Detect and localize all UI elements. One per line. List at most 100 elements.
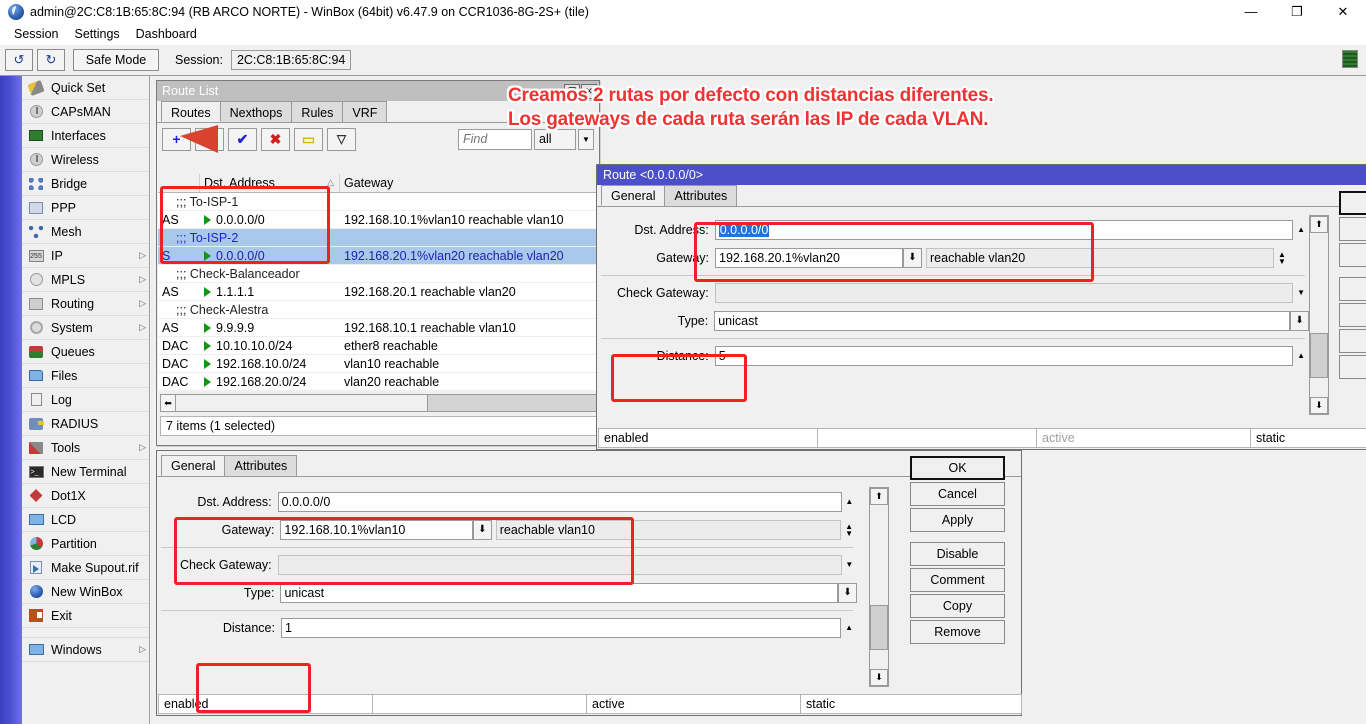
sidebar-item-interfaces[interactable]: Interfaces xyxy=(22,124,150,148)
type-dropdown-icon-bottom[interactable]: ⬇ xyxy=(838,583,857,603)
sidebar-item-mpls[interactable]: MPLS▷ xyxy=(22,268,150,292)
sidebar-item-partition[interactable]: Partition xyxy=(22,532,150,556)
check-gateway-dropdown-icon-top[interactable]: ▼ xyxy=(1293,289,1309,296)
horizontal-scrollbar[interactable]: ⬅ xyxy=(160,394,597,412)
sidebar-item-lcd[interactable]: LCD xyxy=(22,508,150,532)
table-row[interactable]: AS1.1.1.1192.168.20.1 reachable vlan20 xyxy=(158,283,599,301)
type-field-top[interactable]: unicast xyxy=(714,311,1290,331)
tab-rules[interactable]: Rules xyxy=(291,101,343,122)
ok-button[interactable]: OK xyxy=(910,456,1005,480)
tab-routes[interactable]: Routes xyxy=(161,101,221,122)
sidebar-item-make-supout-rif[interactable]: Make Supout.rif xyxy=(22,556,150,580)
table-row[interactable]: S0.0.0.0/0192.168.20.1%vlan20 reachable … xyxy=(158,247,599,265)
distance-spinner-bottom[interactable]: ▲ xyxy=(841,624,857,631)
scroll-trough[interactable] xyxy=(176,394,597,412)
tab-attributes-top[interactable]: Attributes xyxy=(664,185,737,206)
scroll-thumb[interactable] xyxy=(176,395,428,411)
dst-address-spinner-top[interactable]: ▲ xyxy=(1293,226,1309,233)
sidebar-item-new-winbox[interactable]: New WinBox xyxy=(22,580,150,604)
sidebar-item-routing[interactable]: Routing▷ xyxy=(22,292,150,316)
apply-button[interactable]: Apply xyxy=(910,508,1005,532)
tab-nexthops[interactable]: Nexthops xyxy=(220,101,293,122)
dst-address-field-top[interactable]: 0.0.0.0/0 xyxy=(715,220,1293,240)
table-row[interactable]: ;;; Check-Alestra xyxy=(158,301,599,319)
dst-address-spinner-bottom[interactable]: ▲ xyxy=(842,498,857,505)
session-value[interactable]: 2C:C8:1B:65:8C:94 xyxy=(231,50,351,70)
remove-button-top[interactable] xyxy=(1339,355,1366,379)
check-gateway-field-top[interactable] xyxy=(715,283,1293,303)
type-dropdown-icon-top[interactable]: ⬇ xyxy=(1290,311,1309,331)
comment-button[interactable]: ▭ xyxy=(294,128,323,151)
sidebar-item-ppp[interactable]: PPP xyxy=(22,196,150,220)
safe-mode-button[interactable]: Safe Mode xyxy=(73,49,159,71)
copy-button-top[interactable] xyxy=(1339,329,1366,353)
disable-button-top[interactable] xyxy=(1339,277,1366,301)
scroll-up-icon-bottom[interactable]: ⬆ xyxy=(870,488,888,505)
disable-button[interactable]: Disable xyxy=(910,542,1005,566)
sidebar-item-log[interactable]: Log xyxy=(22,388,150,412)
undo-icon[interactable]: ↺ xyxy=(5,49,33,71)
close-icon[interactable]: ✕ xyxy=(1320,0,1366,23)
comment-button-top[interactable] xyxy=(1339,303,1366,327)
sidebar-item-ip[interactable]: 255IP▷ xyxy=(22,244,150,268)
type-field-bottom[interactable]: unicast xyxy=(280,583,838,603)
sidebar-item-exit[interactable]: Exit xyxy=(22,604,150,628)
table-row[interactable]: AS9.9.9.9192.168.10.1 reachable vlan10 xyxy=(158,319,599,337)
sidebar-item-system[interactable]: System▷ xyxy=(22,316,150,340)
minimize-icon[interactable]: — xyxy=(1228,0,1274,23)
gateway-spinner-top[interactable]: ▲▼ xyxy=(1274,251,1290,265)
menu-settings[interactable]: Settings xyxy=(66,25,127,43)
gateway-spinner-bottom[interactable]: ▲▼ xyxy=(841,523,857,537)
distance-field-top[interactable]: 5 xyxy=(715,346,1293,366)
menu-dashboard[interactable]: Dashboard xyxy=(128,25,205,43)
sidebar-item-queues[interactable]: Queues xyxy=(22,340,150,364)
sidebar-item-mesh[interactable]: Mesh xyxy=(22,220,150,244)
gateway-field-top[interactable]: 192.168.20.1%vlan20 xyxy=(715,248,903,268)
table-row[interactable]: ;;; To-ISP-2 xyxy=(158,229,599,247)
scroll-thumb-bottom[interactable] xyxy=(870,605,888,650)
sidebar-item-wireless[interactable]: Wireless xyxy=(22,148,150,172)
sidebar-item-files[interactable]: Files xyxy=(22,364,150,388)
sidebar-item-bridge[interactable]: Bridge xyxy=(22,172,150,196)
add-button[interactable]: + xyxy=(162,128,191,151)
route-dialog-top-scrollbar[interactable]: ⬆ ⬇ xyxy=(1309,215,1329,415)
table-row[interactable]: DAC10.10.10.0/24ether8 reachable xyxy=(158,337,599,355)
ok-button-top[interactable] xyxy=(1339,191,1366,215)
scroll-thumb-top[interactable] xyxy=(1310,333,1328,378)
tab-vrf[interactable]: VRF xyxy=(342,101,387,122)
scroll-down-icon-top[interactable]: ⬇ xyxy=(1310,397,1328,414)
route-dialog-bottom-scrollbar[interactable]: ⬆ ⬇ xyxy=(869,487,889,687)
scroll-up-icon-top[interactable]: ⬆ xyxy=(1310,216,1328,233)
table-row[interactable]: DAC192.168.20.0/24vlan20 reachable xyxy=(158,373,599,391)
sidebar-item-windows[interactable]: Windows▷ xyxy=(22,638,150,662)
check-gateway-dropdown-icon-bottom[interactable]: ▼ xyxy=(842,561,857,568)
copy-button[interactable]: Copy xyxy=(910,594,1005,618)
tab-general-bottom[interactable]: General xyxy=(161,455,225,476)
sidebar-item-radius[interactable]: RADIUS xyxy=(22,412,150,436)
gateway-dropdown-icon-top[interactable]: ⬇ xyxy=(903,248,922,268)
dst-address-field-bottom[interactable]: 0.0.0.0/0 xyxy=(278,492,842,512)
scroll-left-icon[interactable]: ⬅ xyxy=(160,394,176,412)
sidebar-item-new-terminal[interactable]: >_New Terminal xyxy=(22,460,150,484)
remove-button[interactable]: ➖ xyxy=(195,128,224,151)
menu-session[interactable]: Session xyxy=(6,25,66,43)
scroll-down-icon-bottom[interactable]: ⬇ xyxy=(870,669,888,686)
enable-button[interactable]: ✔ xyxy=(228,128,257,151)
column-gateway[interactable]: Gateway xyxy=(340,174,599,192)
gateway-field-bottom[interactable]: 192.168.10.1%vlan10 xyxy=(280,520,473,540)
distance-field-bottom[interactable]: 1 xyxy=(281,618,841,638)
column-dst-address[interactable]: Dst. Address △ xyxy=(200,174,340,192)
sidebar-item-dot1x[interactable]: Dot1X xyxy=(22,484,150,508)
remove-button[interactable]: Remove xyxy=(910,620,1005,644)
apply-button-top[interactable] xyxy=(1339,243,1366,267)
tab-attributes-bottom[interactable]: Attributes xyxy=(224,455,297,476)
column-flags[interactable] xyxy=(158,174,200,192)
sidebar-item-capsman[interactable]: CAPsMAN xyxy=(22,100,150,124)
table-row[interactable]: DAC192.168.10.0/24vlan10 reachable xyxy=(158,355,599,373)
table-row[interactable]: ;;; Check-Balanceador xyxy=(158,265,599,283)
tab-general-top[interactable]: General xyxy=(601,185,665,206)
comment-button[interactable]: Comment xyxy=(910,568,1005,592)
gateway-dropdown-icon-bottom[interactable]: ⬇ xyxy=(473,520,492,540)
cancel-button[interactable]: Cancel xyxy=(910,482,1005,506)
filter-button[interactable]: ▽ xyxy=(327,128,356,151)
